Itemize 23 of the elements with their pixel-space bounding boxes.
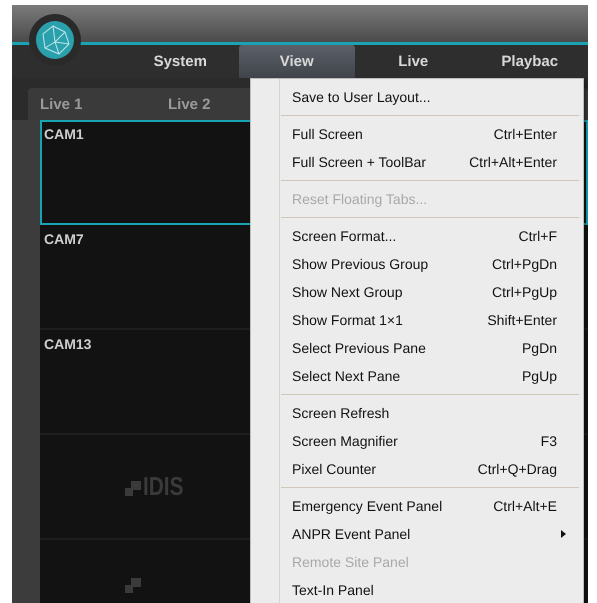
- camera-label: CAM13: [44, 335, 92, 354]
- menu-item[interactable]: Show Next Group Ctrl+PgUp: [251, 278, 581, 306]
- menu-item[interactable]: Full Screen Ctrl+Enter: [251, 120, 581, 148]
- live-tab[interactable]: Live 1: [28, 88, 156, 120]
- menu-item[interactable]: Show Format 1×1 Shift+Enter: [251, 306, 581, 334]
- menu-item[interactable]: Select Next Pane PgUp: [251, 362, 581, 390]
- menu-item[interactable]: Pixel Counter Ctrl+Q+Drag: [251, 455, 581, 483]
- menu-item[interactable]: Show Previous Group Ctrl+PgDn: [251, 250, 581, 278]
- menu-item[interactable]: ANPR Event Panel: [251, 520, 581, 548]
- menu-tab[interactable]: Live: [355, 45, 472, 78]
- menu-tab[interactable]: System: [122, 45, 238, 78]
- menu-tab[interactable]: View: [238, 45, 355, 78]
- idis-logo: [125, 578, 141, 596]
- menu-item[interactable]: Screen Format... Ctrl+F: [251, 222, 581, 250]
- camera-label: CAM1: [44, 125, 84, 144]
- menu-item[interactable]: Screen Magnifier F3: [251, 427, 581, 455]
- menu-item[interactable]: Full Screen + ToolBar Ctrl+Alt+Enter: [251, 148, 581, 176]
- menu-tab[interactable]: Playbac: [472, 45, 588, 78]
- menu-item[interactable]: Screen Refresh: [251, 399, 581, 427]
- menu-item[interactable]: Select Previous Pane PgDn: [251, 334, 581, 362]
- menu-item[interactable]: Text-In Panel: [251, 576, 581, 603]
- camera-label: CAM7: [44, 230, 84, 249]
- menu-item[interactable]: Emergency Event Panel Ctrl+Alt+E: [251, 492, 581, 520]
